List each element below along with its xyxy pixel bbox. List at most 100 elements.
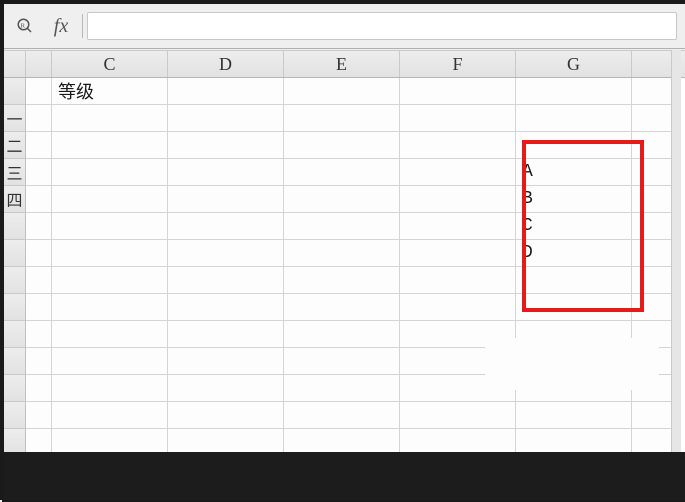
cell-F-5[interactable] <box>400 213 516 240</box>
formula-input[interactable] <box>87 12 677 40</box>
cell-H-2[interactable] <box>632 132 674 159</box>
cell-G-6[interactable]: D <box>516 240 632 267</box>
cell-D-4[interactable] <box>168 186 284 213</box>
cell-C-3[interactable] <box>52 159 168 186</box>
cell-C-5[interactable] <box>52 213 168 240</box>
cell-B-8[interactable] <box>26 294 52 321</box>
cell-E-6[interactable] <box>284 240 400 267</box>
cell-H-6[interactable] <box>632 240 674 267</box>
cell-C-11[interactable] <box>52 375 168 402</box>
cell-B-5[interactable] <box>26 213 52 240</box>
cell-D-13[interactable] <box>168 429 284 452</box>
cell-C-10[interactable] <box>52 348 168 375</box>
cell-D-11[interactable] <box>168 375 284 402</box>
cell-H-12[interactable] <box>632 402 674 429</box>
cell-D-2[interactable] <box>168 132 284 159</box>
cell-F-3[interactable] <box>400 159 516 186</box>
cell-F-1[interactable] <box>400 105 516 132</box>
fx-button[interactable]: fx <box>44 15 78 38</box>
cell-G-0[interactable] <box>516 78 632 105</box>
cell-G-3[interactable]: A <box>516 159 632 186</box>
column-header-C[interactable]: C <box>52 51 168 77</box>
cell-F-2[interactable] <box>400 132 516 159</box>
cell-B-11[interactable] <box>26 375 52 402</box>
cell-D-9[interactable] <box>168 321 284 348</box>
row-header[interactable]: 三 <box>4 159 26 186</box>
column-header-F[interactable]: F <box>400 51 516 77</box>
cell-E-8[interactable] <box>284 294 400 321</box>
cell-D-8[interactable] <box>168 294 284 321</box>
cell-F-4[interactable] <box>400 186 516 213</box>
row-header[interactable] <box>4 348 26 375</box>
cell-H-8[interactable] <box>632 294 674 321</box>
row-header[interactable] <box>4 267 26 294</box>
cell-C-4[interactable] <box>52 186 168 213</box>
cell-E-5[interactable] <box>284 213 400 240</box>
cell-B-9[interactable] <box>26 321 52 348</box>
row-header[interactable] <box>4 375 26 402</box>
cell-E-0[interactable] <box>284 78 400 105</box>
cell-F-6[interactable] <box>400 240 516 267</box>
cell-H-1[interactable] <box>632 105 674 132</box>
row-header[interactable] <box>4 240 26 267</box>
cell-C-12[interactable] <box>52 402 168 429</box>
cell-G-2[interactable] <box>516 132 632 159</box>
cell-G-4[interactable]: B <box>516 186 632 213</box>
row-header[interactable] <box>4 213 26 240</box>
cell-C-6[interactable] <box>52 240 168 267</box>
spreadsheet-grid[interactable]: 等级一二三A四BCD <box>4 78 685 452</box>
cell-C-9[interactable] <box>52 321 168 348</box>
cell-H-0[interactable] <box>632 78 674 105</box>
cell-C-1[interactable] <box>52 105 168 132</box>
cell-E-7[interactable] <box>284 267 400 294</box>
cell-C-7[interactable] <box>52 267 168 294</box>
cell-E-1[interactable] <box>284 105 400 132</box>
cell-H-5[interactable] <box>632 213 674 240</box>
column-header-G[interactable]: G <box>516 51 632 77</box>
cell-F-0[interactable] <box>400 78 516 105</box>
cell-E-2[interactable] <box>284 132 400 159</box>
cell-B-6[interactable] <box>26 240 52 267</box>
row-header[interactable] <box>4 294 26 321</box>
cell-D-7[interactable] <box>168 267 284 294</box>
cell-G-13[interactable] <box>516 429 632 452</box>
cell-E-12[interactable] <box>284 402 400 429</box>
zoom-icon[interactable]: R <box>10 12 40 40</box>
cell-D-5[interactable] <box>168 213 284 240</box>
cell-E-11[interactable] <box>284 375 400 402</box>
cell-B-1[interactable] <box>26 105 52 132</box>
cell-G-12[interactable] <box>516 402 632 429</box>
cell-D-12[interactable] <box>168 402 284 429</box>
cell-D-1[interactable] <box>168 105 284 132</box>
cell-B-2[interactable] <box>26 132 52 159</box>
cell-H-13[interactable] <box>632 429 674 452</box>
cell-D-6[interactable] <box>168 240 284 267</box>
cell-E-4[interactable] <box>284 186 400 213</box>
cell-E-3[interactable] <box>284 159 400 186</box>
row-header[interactable] <box>4 402 26 429</box>
cell-C-13[interactable] <box>52 429 168 452</box>
cell-F-12[interactable] <box>400 402 516 429</box>
row-header[interactable]: 一 <box>4 105 26 132</box>
cell-C-8[interactable] <box>52 294 168 321</box>
column-header-H[interactable] <box>632 51 674 77</box>
cell-D-3[interactable] <box>168 159 284 186</box>
row-header[interactable] <box>4 321 26 348</box>
column-header-B[interactable] <box>26 51 52 77</box>
cell-F-7[interactable] <box>400 267 516 294</box>
cell-F-8[interactable] <box>400 294 516 321</box>
cell-B-4[interactable] <box>26 186 52 213</box>
cell-E-10[interactable] <box>284 348 400 375</box>
row-header[interactable] <box>4 429 26 452</box>
cell-B-10[interactable] <box>26 348 52 375</box>
cell-E-13[interactable] <box>284 429 400 452</box>
cell-B-12[interactable] <box>26 402 52 429</box>
vertical-scrollbar[interactable] <box>671 50 681 452</box>
cell-G-8[interactable] <box>516 294 632 321</box>
cell-B-7[interactable] <box>26 267 52 294</box>
cell-B-13[interactable] <box>26 429 52 452</box>
cell-G-7[interactable] <box>516 267 632 294</box>
cell-H-3[interactable] <box>632 159 674 186</box>
cell-D-0[interactable] <box>168 78 284 105</box>
row-header[interactable]: 二 <box>4 132 26 159</box>
